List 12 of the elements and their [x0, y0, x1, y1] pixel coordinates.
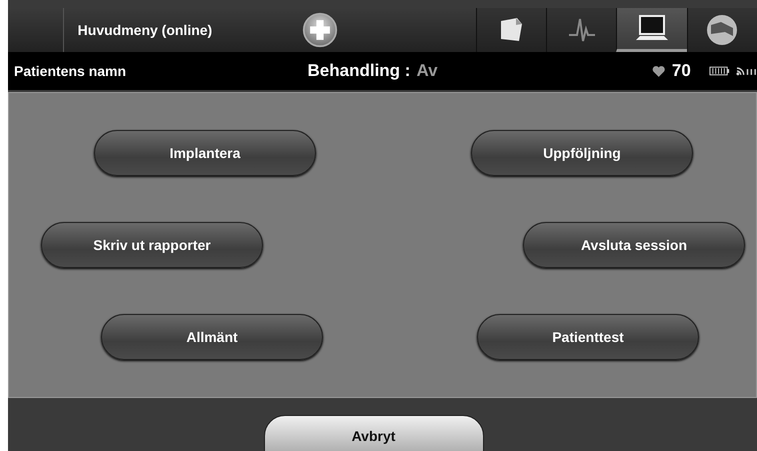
- therapy-label: Behandling :: [308, 61, 410, 81]
- menu-button[interactable]: Avsluta session: [523, 222, 745, 268]
- heart-rate: 70: [672, 61, 691, 81]
- menu-button[interactable]: Patienttest: [477, 314, 699, 360]
- patient-name: Patientens namn: [14, 63, 128, 79]
- menu-button[interactable]: Skriv ut rapporter: [41, 222, 263, 268]
- menu-button[interactable]: Uppföljning: [471, 130, 693, 176]
- cancel-button[interactable]: Avbryt: [264, 415, 484, 451]
- menu-button[interactable]: Allmänt: [101, 314, 323, 360]
- menu-title: Huvudmeny (online): [78, 22, 214, 38]
- menu-button[interactable]: Implantera: [94, 130, 316, 176]
- therapy-value: Av: [416, 61, 439, 81]
